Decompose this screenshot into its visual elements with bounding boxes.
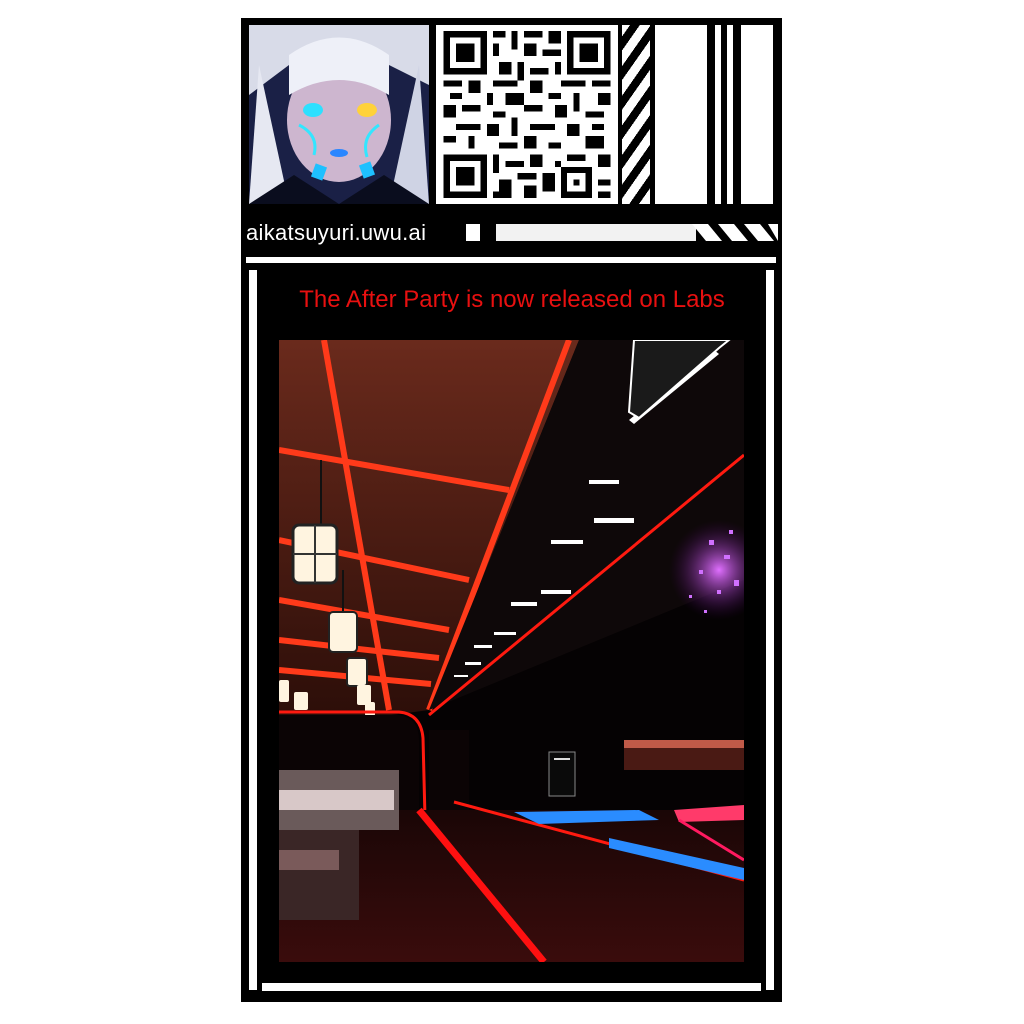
frame-bottom-border <box>262 983 761 991</box>
after-party-screenshot[interactable] <box>279 340 744 962</box>
qr-code-icon <box>437 25 617 204</box>
anime-avatar-icon <box>249 25 429 204</box>
hazard-stripes-decoration <box>622 25 650 204</box>
chevron-stripes-decoration <box>692 224 778 241</box>
avatar[interactable] <box>249 25 429 204</box>
url-square-decoration <box>466 224 480 241</box>
divider <box>246 257 776 263</box>
frame-right-border <box>766 270 774 990</box>
profile-url-link[interactable]: aikatsuyuri.uwu.ai <box>246 215 426 251</box>
post-headline: The After Party is now released on Labs <box>299 286 725 313</box>
barcode-decoration <box>655 25 775 204</box>
url-bar-decoration <box>496 224 696 241</box>
qr-code[interactable] <box>436 25 618 204</box>
frame-left-border <box>249 270 257 990</box>
